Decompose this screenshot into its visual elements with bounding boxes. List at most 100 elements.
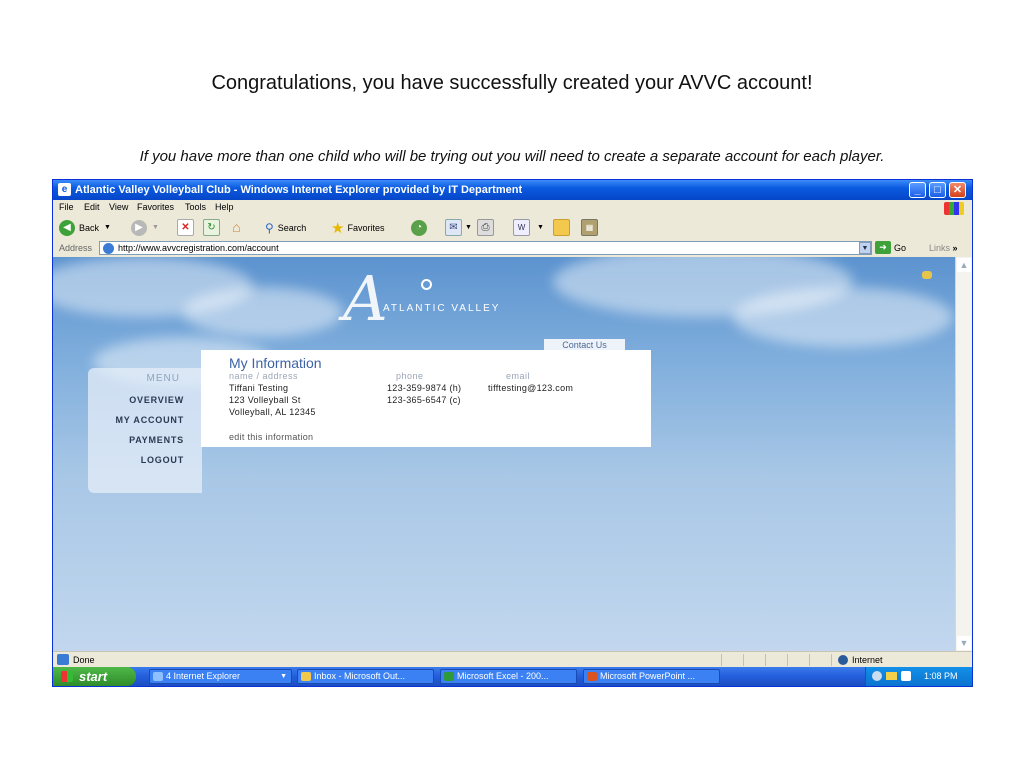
history-button[interactable]: ◔ <box>411 219 427 236</box>
side-menu: MENU OVERVIEW MY ACCOUNT PAYMENTS LOGOUT <box>88 368 202 493</box>
scroll-down-icon[interactable]: ▼ <box>957 636 971 650</box>
menu-bar: File Edit View Favorites Tools Help <box>53 200 972 215</box>
chevron-down-icon: ▼ <box>104 224 111 231</box>
menu-file[interactable]: File <box>59 202 74 212</box>
menu-item-my-account[interactable]: MY ACCOUNT <box>116 415 185 425</box>
research-button[interactable]: ▦ <box>581 219 598 236</box>
info-email: tifftesting@123.com <box>488 383 574 393</box>
chevron-down-icon[interactable]: ▼ <box>859 242 871 254</box>
page-status-icon <box>57 654 69 665</box>
address-bar: Address http://www.avvcregistration.com/… <box>53 240 972 257</box>
address-url: http://www.avvcregistration.com/account <box>118 243 279 253</box>
slide-subtitle: If you have more than one child who will… <box>139 148 885 165</box>
search-label: Search <box>277 222 307 233</box>
favorites-button[interactable]: ★ Favorites <box>331 219 385 237</box>
chevron-down-icon: ▼ <box>537 224 544 231</box>
task-label: Microsoft Excel - 200... <box>457 671 549 681</box>
address-input[interactable]: http://www.avvcregistration.com/account … <box>99 241 872 255</box>
security-zone-text: Internet <box>852 655 883 665</box>
history-icon: ◔ <box>411 219 427 236</box>
col-head-name: name / address <box>229 371 299 381</box>
internet-zone-icon <box>838 655 848 665</box>
search-icon: ⚲ <box>265 220 274 235</box>
title-bar[interactable]: e Atlantic Valley Volleyball Club - Wind… <box>53 180 972 200</box>
info-street: 123 Volleyball St <box>229 395 301 405</box>
word-edit-icon: W <box>513 219 530 236</box>
maximize-button[interactable]: □ <box>929 182 946 198</box>
refresh-button[interactable]: ↻ <box>203 219 220 236</box>
info-phone-cell: 123-365-6547 (c) <box>387 395 461 405</box>
chevron-down-icon: ▼ <box>280 673 287 680</box>
edit-information-link[interactable]: edit this information <box>229 432 313 442</box>
task-excel[interactable]: Microsoft Excel - 200... <box>440 669 577 684</box>
volume-icon[interactable] <box>901 671 911 681</box>
back-label: Back <box>79 222 100 233</box>
task-outlook[interactable]: Inbox - Microsoft Out... <box>297 669 434 684</box>
mail-notify-icon[interactable] <box>886 672 897 680</box>
links-button[interactable]: Links » <box>929 243 958 253</box>
menu-edit[interactable]: Edit <box>84 202 100 212</box>
notification-icon[interactable] <box>922 271 932 279</box>
task-internet-explorer[interactable]: 4 Internet Explorer ▼ <box>149 669 292 684</box>
scroll-up-icon[interactable]: ▲ <box>957 258 971 272</box>
excel-icon <box>444 672 454 681</box>
slide-title: Congratulations, you have successfully c… <box>211 72 813 94</box>
network-icon[interactable] <box>872 671 882 681</box>
chevron-down-icon: ▼ <box>465 224 472 231</box>
search-button[interactable]: ⚲ Search <box>265 219 306 236</box>
menu-heading: MENU <box>146 373 180 384</box>
task-label: Microsoft PowerPoint ... <box>600 671 696 681</box>
windows-flag-icon <box>61 671 73 682</box>
system-tray: 1:08 PM <box>865 667 972 686</box>
taskbar: start 4 Internet Explorer ▼ Inbox - Micr… <box>53 667 972 686</box>
address-label: Address <box>59 243 93 253</box>
mail-button[interactable]: ✉ ▼ <box>445 219 472 236</box>
vertical-scrollbar[interactable]: ▲ ▼ <box>955 257 972 651</box>
close-button[interactable]: ✕ <box>949 182 966 198</box>
window-title: Atlantic Valley Volleyball Club - Window… <box>75 184 523 196</box>
outlook-icon <box>301 672 311 681</box>
folder-button[interactable] <box>553 219 570 236</box>
info-title: My Information <box>229 355 322 371</box>
stop-icon: ✕ <box>177 219 194 236</box>
forward-arrow-icon: ▶ <box>131 219 147 236</box>
menu-help[interactable]: Help <box>215 202 234 212</box>
volleyball-icon <box>421 279 432 290</box>
menu-item-logout[interactable]: LOGOUT <box>141 455 184 465</box>
col-head-phone: phone <box>396 371 424 381</box>
edit-button[interactable]: W ▼ <box>513 219 544 236</box>
task-label: 4 Internet Explorer <box>166 671 241 681</box>
site-logo-mark: A <box>343 262 388 335</box>
page-content: A ATLANTIC VALLEY Contact Us MENU OVERVI… <box>53 257 955 651</box>
links-label: Links <box>929 243 951 253</box>
favorites-star-icon: ★ <box>331 219 345 237</box>
go-button[interactable]: ➜ Go <box>875 241 906 254</box>
ie-icon <box>153 672 163 681</box>
start-button[interactable]: start <box>53 667 136 686</box>
home-button[interactable]: ⌂ <box>229 219 244 236</box>
ie-window-icon: e <box>58 183 71 196</box>
minimize-button[interactable]: _ <box>909 182 926 198</box>
forward-button[interactable]: ▶ ▼ <box>131 219 159 236</box>
windows-logo-icon <box>944 202 964 215</box>
col-head-email: email <box>506 371 531 381</box>
menu-item-overview[interactable]: OVERVIEW <box>129 395 184 405</box>
info-city: Volleyball, AL 12345 <box>229 407 316 417</box>
status-bar: Done Internet <box>53 651 972 668</box>
back-button[interactable]: ◀ Back ▼ <box>59 219 111 236</box>
clock[interactable]: 1:08 PM <box>924 671 958 681</box>
menu-favorites[interactable]: Favorites <box>137 202 174 212</box>
refresh-icon: ↻ <box>203 219 220 236</box>
stop-button[interactable]: ✕ <box>177 219 194 236</box>
menu-item-payments[interactable]: PAYMENTS <box>129 435 184 445</box>
menu-view[interactable]: View <box>109 202 128 212</box>
task-powerpoint[interactable]: Microsoft PowerPoint ... <box>583 669 720 684</box>
my-information-panel: My Information name / address phone emai… <box>201 350 651 447</box>
favorites-label: Favorites <box>347 222 385 233</box>
print-icon: ⎙ <box>477 219 494 236</box>
menu-tools[interactable]: Tools <box>185 202 206 212</box>
back-arrow-icon: ◀ <box>59 219 75 236</box>
browser-window: e Atlantic Valley Volleyball Club - Wind… <box>52 179 973 687</box>
page-globe-icon <box>103 243 114 254</box>
print-button[interactable]: ⎙ <box>477 219 494 236</box>
